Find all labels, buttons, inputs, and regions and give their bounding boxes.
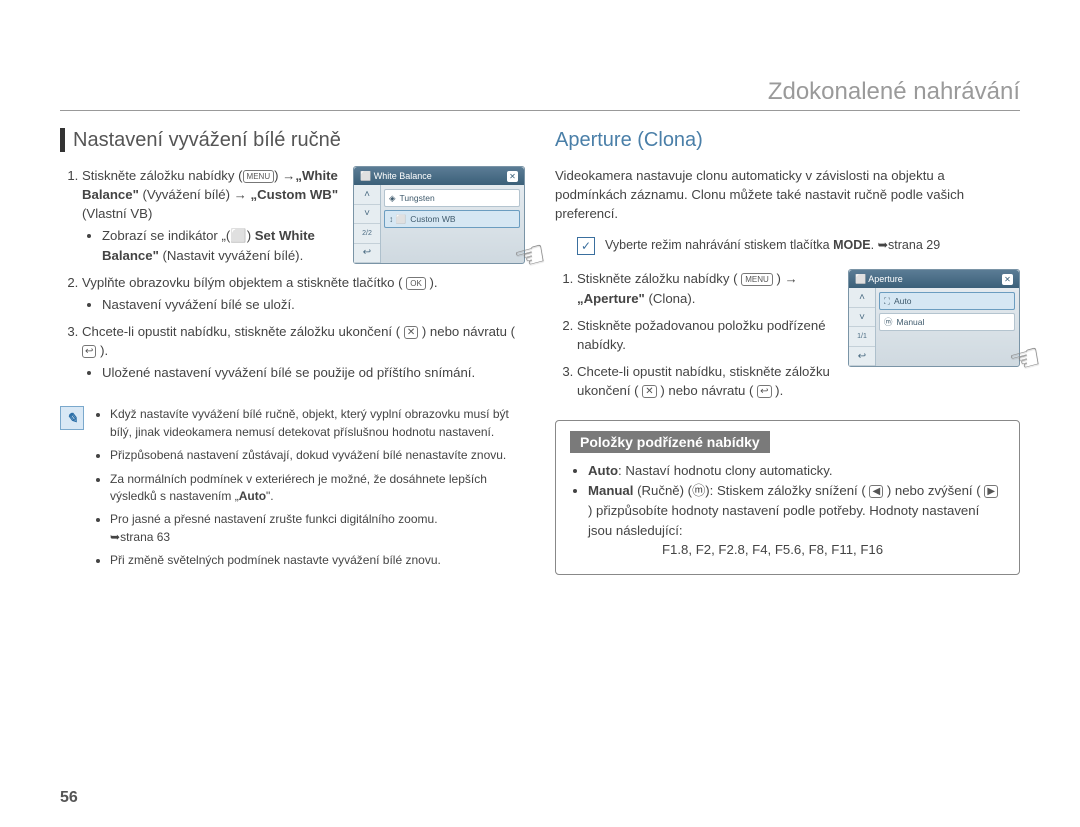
right-intro: Videokamera nastavuje clonu automaticky …: [555, 166, 1020, 223]
plus-icon: ▶: [984, 485, 998, 498]
down-icon: ˅: [354, 205, 380, 225]
submenu-items-box: Položky podřízené nabídky Auto: Nastaví …: [555, 420, 1020, 575]
note-4: Pro jasné a přesné nastavení zrušte funk…: [110, 511, 525, 546]
ok-icon: OK: [406, 277, 426, 290]
page-number: 56: [60, 789, 78, 807]
up-icon: ˄: [354, 185, 380, 205]
submenu-manual: Manual (Ručně) (ⓜ): Stiskem záložky sníž…: [588, 481, 1005, 560]
wb-row-custom: ↕ ⬜ Custom WB: [384, 210, 520, 228]
aperture-menu-screenshot: ⬜ Aperture ✕ ˄ ˅ 1/1 ↩ ⛶ Auto ⓜ Manual: [848, 269, 1020, 367]
note-1: Když nastavíte vyvážení bílé ručně, obje…: [110, 406, 525, 441]
left-step-3: Chcete-li opustit nabídku, stiskněte zál…: [82, 322, 525, 382]
close-icon: ✕: [642, 385, 656, 398]
ap-row-manual: ⓜ Manual: [879, 313, 1015, 331]
m-icon: ⓜ: [692, 483, 705, 498]
close-icon: ✕: [507, 171, 518, 182]
wb-menu-title: White Balance: [374, 171, 432, 181]
wb-set-icon: ⬜: [230, 228, 246, 243]
check-icon: ✓: [577, 237, 595, 255]
precondition-row: ✓ Vyberte režim nahrávání stiskem tlačít…: [577, 237, 1020, 255]
left-heading: Nastavení vyvážení bílé ručně: [60, 128, 525, 152]
wb-row-tungsten: ◈ Tungsten: [384, 189, 520, 207]
submenu-title: Položky podřízené nabídky: [570, 431, 770, 453]
note-5: Při změně světelných podmínek nastavte v…: [110, 552, 525, 569]
ap-row-auto: ⛶ Auto: [879, 292, 1015, 310]
up-icon: ˄: [849, 288, 875, 308]
aperture-menu-title: Aperture: [868, 274, 903, 284]
note-icon: ✎: [60, 406, 84, 430]
note-2: Přizpůsobená nastavení zůstávají, dokud …: [110, 447, 525, 464]
header-rule: [60, 110, 1020, 111]
link-arrow-icon: ➥: [878, 238, 888, 252]
back-icon: ↩: [82, 345, 96, 358]
right-heading: Aperture (Clona): [555, 128, 1020, 152]
left-step-2: Vyplňte obrazovku bílým objektem a stisk…: [82, 273, 525, 314]
note-box: ✎ Když nastavíte vyvážení bílé ručně, ob…: [60, 406, 525, 575]
note-3: Za normálních podmínek v exteriérech je …: [110, 471, 525, 506]
right-step-3: Chcete-li opustit nabídku, stiskněte zál…: [577, 362, 1020, 400]
link-arrow-icon: ➥: [110, 530, 120, 544]
menu-icon: MENU: [243, 170, 275, 183]
page-indicator: 1/1: [849, 327, 875, 347]
back-icon: ↩: [849, 347, 875, 367]
arrow-icon: →: [282, 168, 295, 183]
arrow-icon: →: [234, 187, 247, 202]
close-icon: ✕: [1002, 274, 1013, 285]
submenu-auto: Auto: Nastaví hodnotu clony automaticky.: [588, 461, 1005, 481]
arrow-icon: →: [785, 271, 798, 286]
back-icon: ↩: [757, 385, 771, 398]
wb-menu-screenshot: ⬜ White Balance ✕ ˄ ˅ 2/2 ↩ ◈ Tungsten ↕…: [353, 166, 525, 264]
down-icon: ˅: [849, 308, 875, 328]
close-icon: ✕: [404, 326, 418, 339]
chapter-title: Zdokonalené nahrávání: [768, 78, 1020, 106]
page-indicator: 2/2: [354, 224, 380, 244]
aperture-values: F1.8, F2, F2.8, F4, F5.6, F8, F11, F16: [662, 540, 1005, 560]
menu-icon: MENU: [741, 273, 773, 286]
minus-icon: ◀: [869, 485, 883, 498]
back-icon: ↩: [354, 244, 380, 264]
